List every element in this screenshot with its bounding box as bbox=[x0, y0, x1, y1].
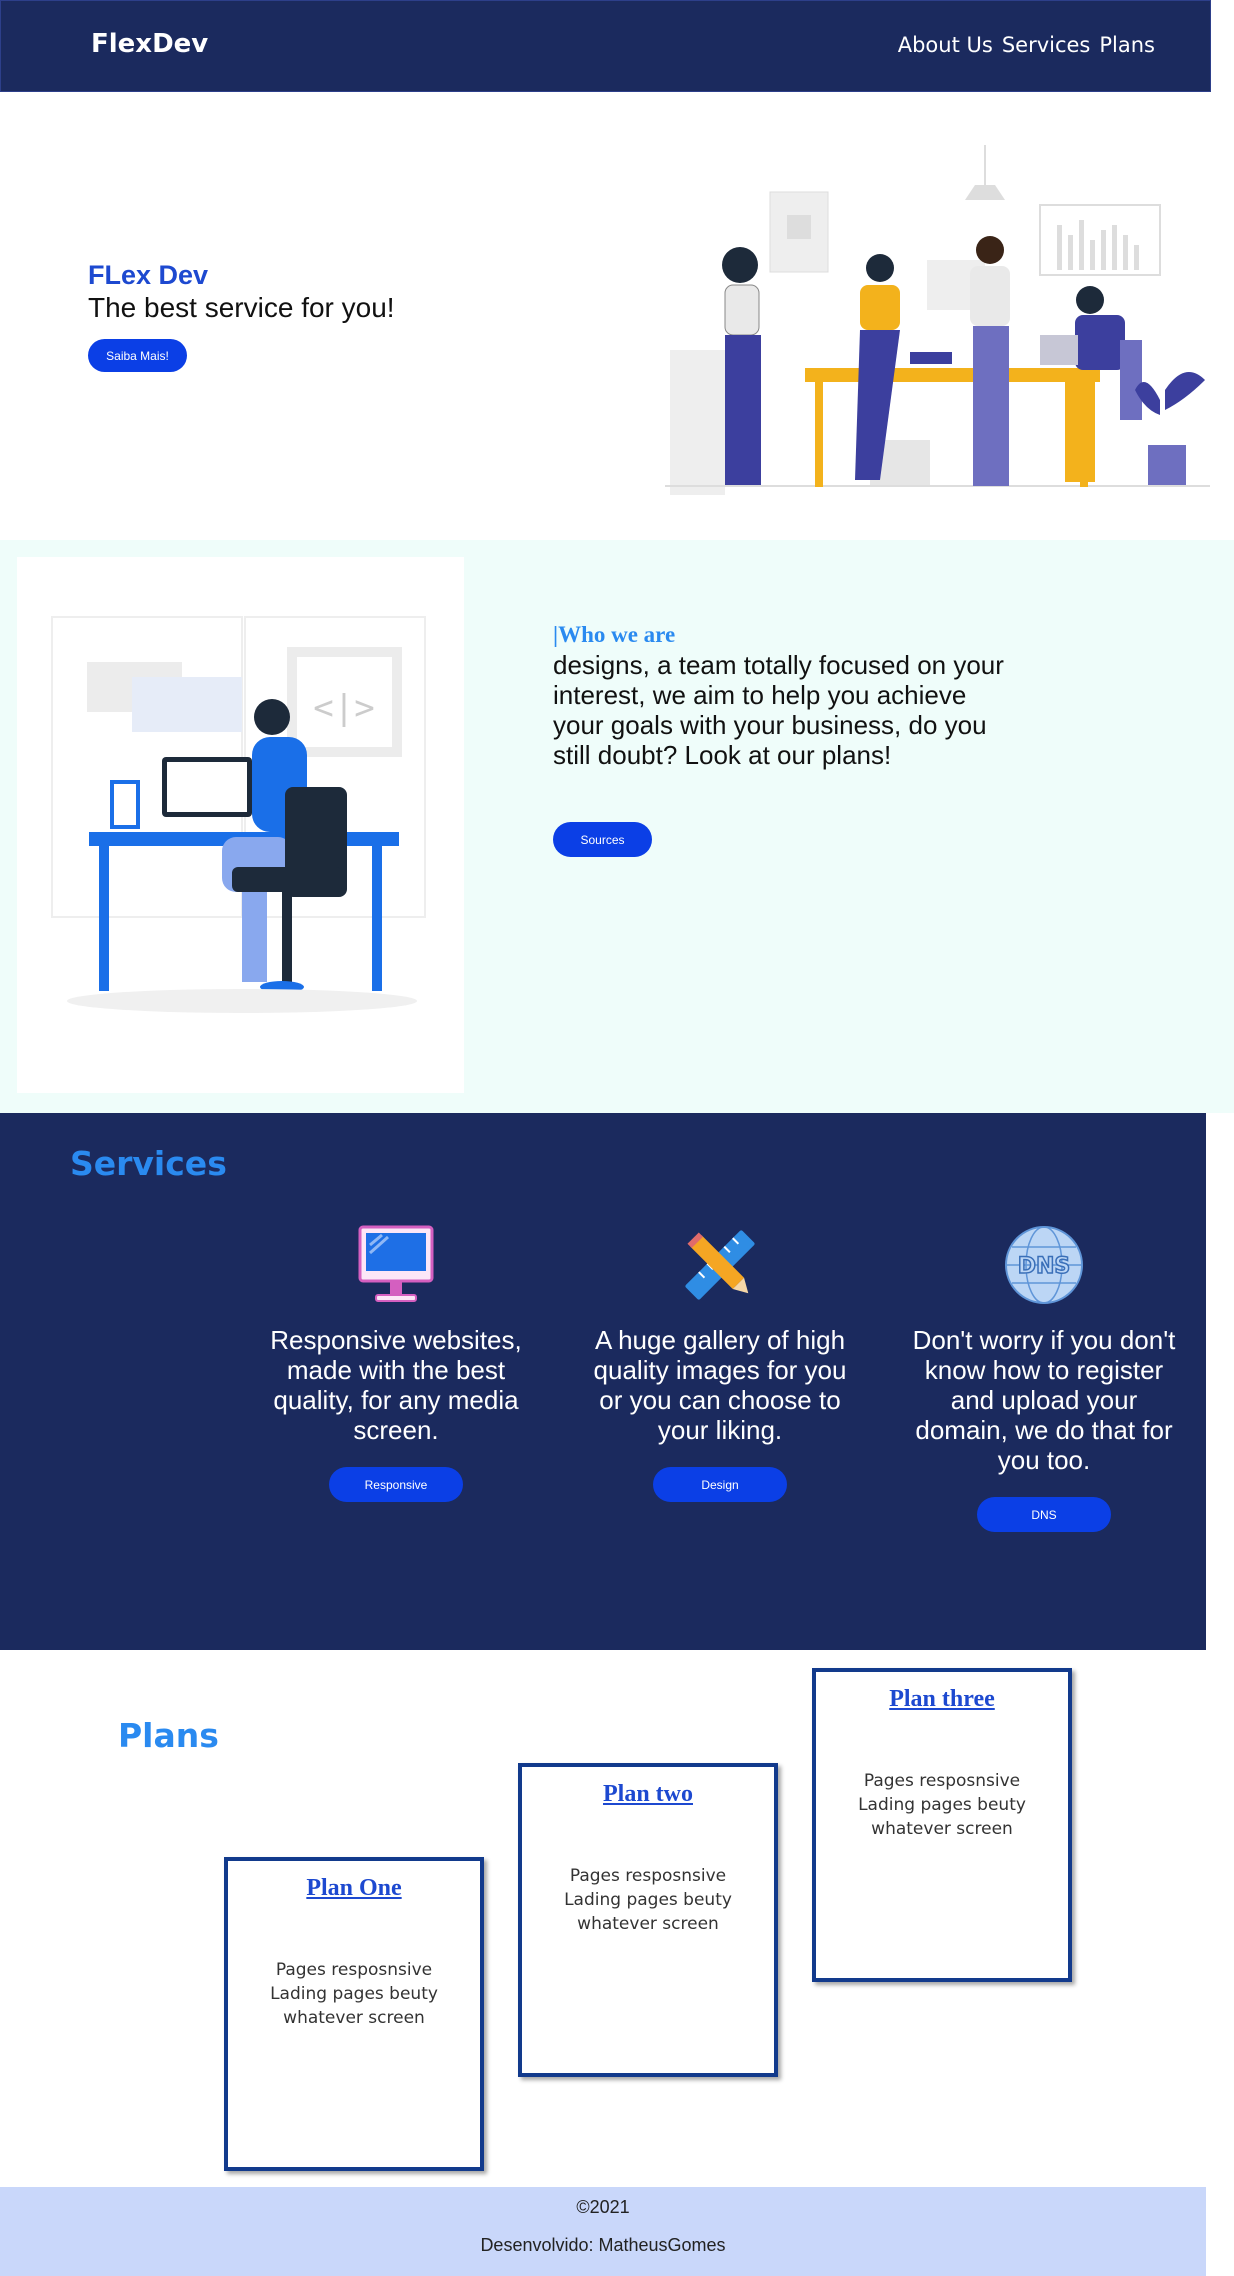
plan-card-two: Plan two Pages resposnsive Lading pages … bbox=[518, 1763, 778, 2077]
services-section: Services Responsive websites, made with … bbox=[0, 1113, 1206, 1650]
who-we-are-title: |Who we are bbox=[553, 622, 676, 647]
hero-tagline: The best service for you! bbox=[88, 292, 395, 323]
plan-card-one: Plan One Pages resposnsive Lading pages … bbox=[224, 1857, 484, 2171]
plan-three-description: Pages resposnsive Lading pages beuty wha… bbox=[816, 1769, 1068, 1841]
services-title: Services bbox=[70, 1144, 227, 1183]
plan-one-title[interactable]: Plan One bbox=[228, 1875, 480, 1902]
nav-links: About Us Services Plans bbox=[898, 33, 1155, 57]
who-we-are-text: designs, a team totally focused on your … bbox=[553, 650, 1004, 770]
top-navbar: FlexDev About Us Services Plans bbox=[0, 0, 1211, 92]
nav-link-plans[interactable]: Plans bbox=[1099, 33, 1155, 57]
hero-brand: FLex Dev bbox=[88, 260, 209, 290]
plan-feature: Lading pages beuty bbox=[858, 1795, 1026, 1815]
service-card-dns: DNS Don't worry if you don't know how to… bbox=[904, 1223, 1184, 1475]
design-button[interactable]: Design bbox=[653, 1467, 787, 1502]
plan-feature: whatever screen bbox=[283, 2008, 425, 2028]
plan-three-title[interactable]: Plan three bbox=[816, 1686, 1068, 1713]
plan-feature: Pages resposnsive bbox=[863, 1771, 1021, 1791]
plan-feature: Lading pages beuty bbox=[564, 1890, 732, 1910]
monitor-icon bbox=[358, 1225, 434, 1302]
svg-text:DNS: DNS bbox=[1018, 1254, 1071, 1279]
team-meeting-illustration bbox=[665, 145, 1210, 495]
plan-two-description: Pages resposnsive Lading pages beuty wha… bbox=[522, 1864, 774, 1936]
copyright-text: ©2021 bbox=[576, 2197, 630, 2217]
learn-more-button[interactable]: Saiba Mais! bbox=[88, 339, 187, 372]
plan-card-three: Plan three Pages resposnsive Lading page… bbox=[812, 1668, 1072, 1982]
plans-title: Plans bbox=[118, 1716, 219, 1755]
plan-two-title[interactable]: Plan two bbox=[522, 1781, 774, 1808]
service-design-text: A huge gallery of high quality images fo… bbox=[593, 1325, 847, 1445]
developer-at-desk-illustration: <|> bbox=[51, 616, 426, 1013]
service-dns-text: Don't worry if you don't know how to reg… bbox=[912, 1325, 1176, 1475]
dns-globe-icon: DNS bbox=[1005, 1226, 1083, 1304]
developer-illustration-card: <|> bbox=[17, 557, 464, 1093]
dns-button[interactable]: DNS bbox=[977, 1497, 1111, 1532]
plan-feature: whatever screen bbox=[577, 1914, 719, 1934]
plan-feature: whatever screen bbox=[871, 1819, 1013, 1839]
who-we-are-section: <|> |Who we are designs, a team totally … bbox=[0, 540, 1234, 1113]
plan-one-description: Pages resposnsive Lading pages beuty wha… bbox=[228, 1958, 480, 2030]
responsive-button[interactable]: Responsive bbox=[329, 1467, 463, 1502]
developer-credit: Desenvolvido: MatheusGomes bbox=[480, 2235, 726, 2255]
footer: ©2021 Desenvolvido: MatheusGomes bbox=[0, 2187, 1206, 2276]
plan-feature: Lading pages beuty bbox=[270, 1984, 438, 2004]
plan-feature: Pages resposnsive bbox=[569, 1866, 727, 1886]
ruler-pencil-icon bbox=[685, 1230, 755, 1300]
sources-button[interactable]: Sources bbox=[553, 822, 652, 857]
service-responsive-text: Responsive websites, made with the best … bbox=[270, 1325, 522, 1445]
svg-text:<|>: <|> bbox=[313, 688, 374, 728]
nav-link-about[interactable]: About Us bbox=[898, 33, 993, 57]
nav-link-services[interactable]: Services bbox=[1002, 33, 1091, 57]
service-card-responsive: Responsive websites, made with the best … bbox=[256, 1223, 536, 1445]
brand-logo[interactable]: FlexDev bbox=[91, 29, 208, 59]
plan-feature: Pages resposnsive bbox=[275, 1960, 433, 1980]
service-card-design: A huge gallery of high quality images fo… bbox=[580, 1223, 860, 1445]
